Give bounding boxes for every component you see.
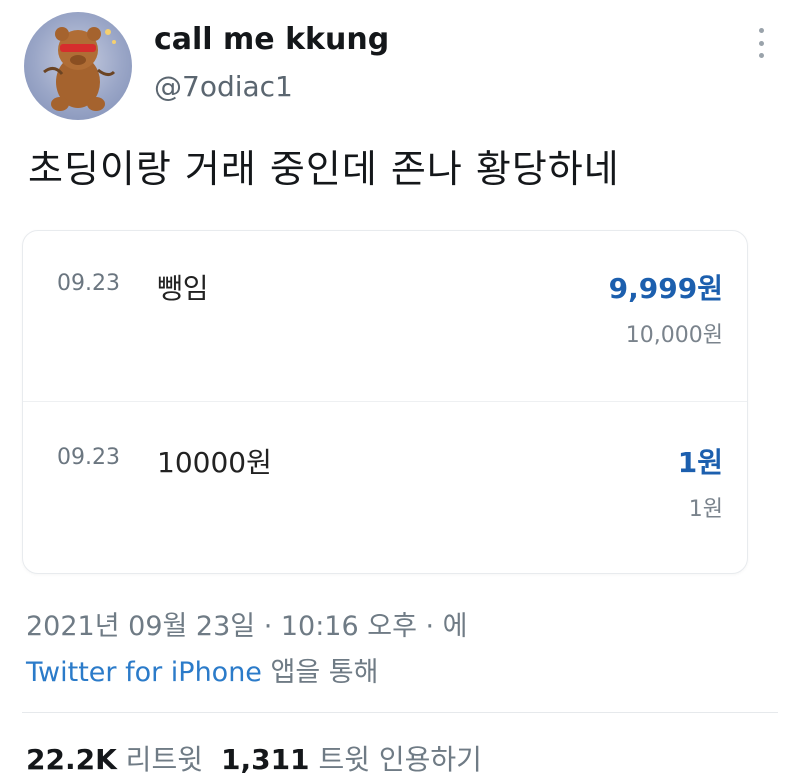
tweet-timestamp[interactable]: 2021년 09월 23일 · 10:16 오후 · 에 — [26, 604, 468, 643]
tweet-header: call me kkung @7odiac1 — [20, 8, 780, 120]
quotes-label: 트윗 인용하기 — [309, 743, 482, 776]
quotes-stat[interactable]: 1,311 트윗 인용하기 — [221, 743, 482, 776]
tweet-text: 초딩이랑 거래 중인데 존나 황당하네 — [28, 147, 620, 191]
transaction-row: 09.23 뺑임 9,999원 10,000원 — [23, 231, 747, 402]
transaction-row: 09.23 10000원 1원 1원 — [23, 401, 747, 571]
more-options-icon[interactable] — [754, 28, 768, 58]
avatar[interactable] — [24, 12, 132, 120]
tweet-stats: 22.2K 리트윗 1,311 트윗 인용하기 — [26, 738, 482, 778]
via-text: 앱을 통해 — [261, 657, 379, 688]
retweets-label: 리트윗 — [116, 743, 203, 776]
transaction-description: 10000원 — [157, 446, 272, 479]
tweet-source: Twitter for iPhone 앱을 통해 — [26, 650, 378, 689]
transaction-balance: 10,000원 — [625, 323, 723, 348]
retweets-stat[interactable]: 22.2K 리트윗 — [26, 743, 203, 776]
transaction-balance: 1원 — [688, 497, 723, 522]
transaction-amount: 9,999원 — [608, 272, 723, 305]
transaction-date: 09.23 — [57, 445, 120, 470]
transaction-date: 09.23 — [57, 271, 120, 296]
retweets-count: 22.2K — [26, 743, 117, 776]
quotes-count: 1,311 — [220, 743, 310, 776]
divider — [22, 712, 778, 713]
bear-avatar-icon — [43, 27, 116, 111]
bank-transactions-image[interactable]: 09.23 뺑임 9,999원 10,000원 09.23 10000원 1원 … — [22, 230, 748, 574]
client-link[interactable]: Twitter for iPhone — [26, 657, 262, 688]
author-handle[interactable]: @7odiac1 — [154, 70, 293, 103]
transaction-description: 뺑임 — [157, 272, 209, 305]
author-name[interactable]: call me kkung — [154, 22, 389, 57]
transaction-amount: 1원 — [677, 446, 723, 479]
